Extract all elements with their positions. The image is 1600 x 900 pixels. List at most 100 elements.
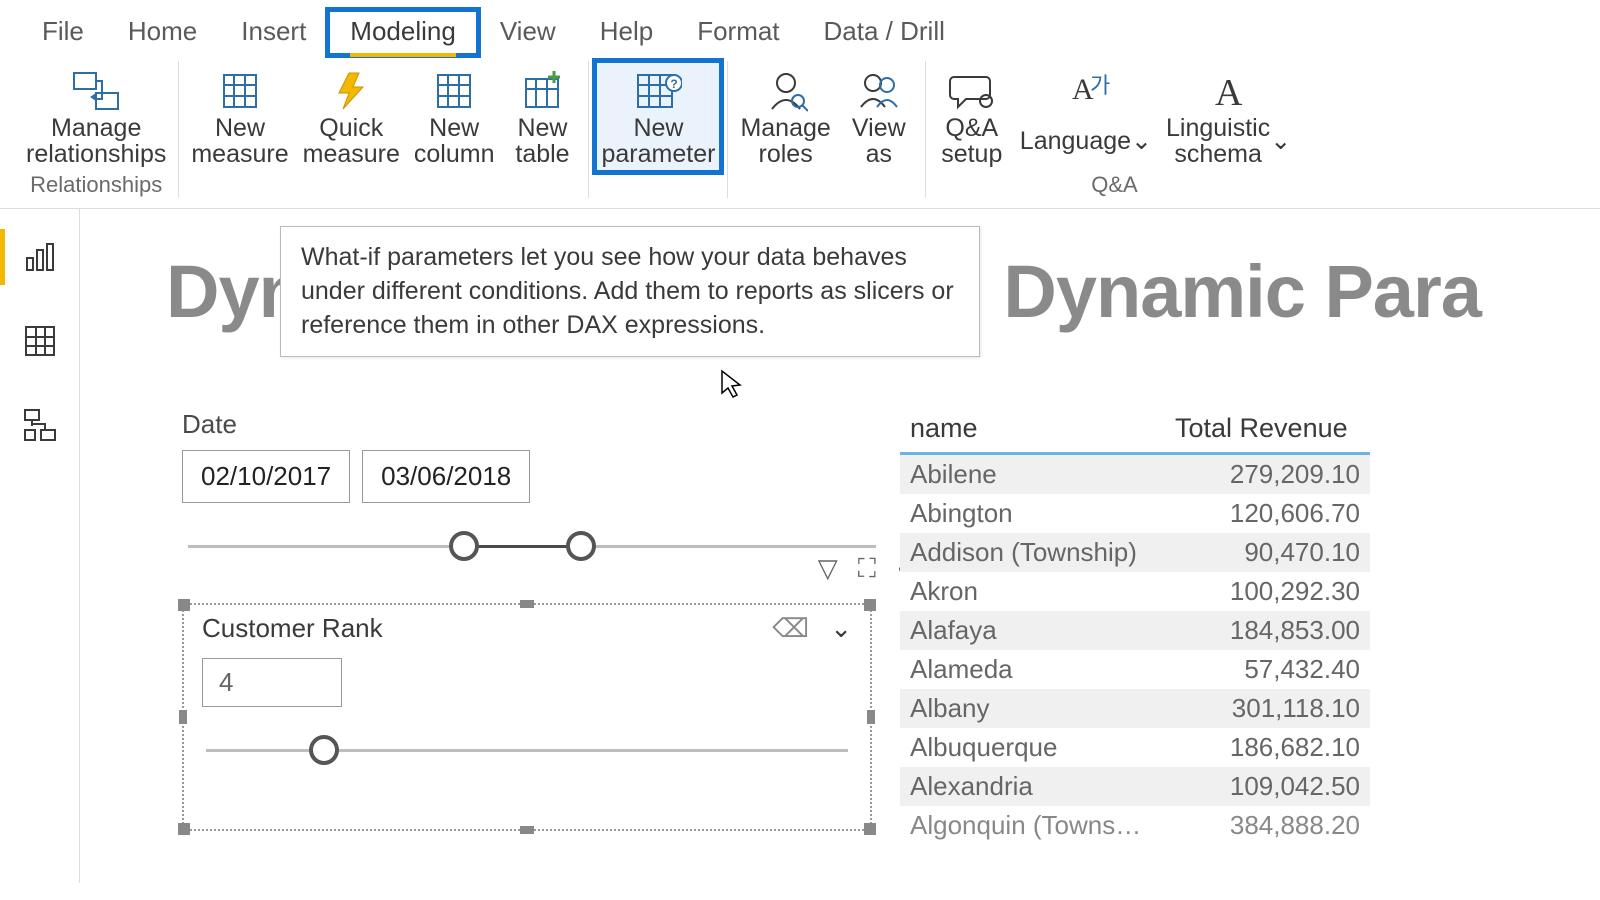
- tab-insert[interactable]: Insert: [219, 10, 328, 55]
- rank-slicer-label: Customer Rank: [202, 613, 383, 644]
- col-header-revenue[interactable]: Total Revenue: [1165, 407, 1370, 450]
- table-body: Abilene279,209.10 Abington120,606.70 Add…: [900, 455, 1370, 845]
- table-row[interactable]: Albany301,118.10: [900, 689, 1370, 728]
- focus-mode-icon[interactable]: ⛶: [858, 553, 876, 585]
- group-qa-label: Q&A: [1091, 172, 1137, 198]
- tab-data-drill[interactable]: Data / Drill: [802, 10, 967, 55]
- mouse-cursor-icon: [720, 369, 744, 399]
- table-row[interactable]: Alexandria109,042.50: [900, 767, 1370, 806]
- table-row[interactable]: Alameda57,432.40: [900, 650, 1370, 689]
- qa-setup-label: Q&Asetup: [941, 115, 1002, 168]
- manage-roles-button[interactable]: Manageroles: [734, 61, 836, 172]
- resize-handle[interactable]: [178, 599, 190, 611]
- data-view-button[interactable]: [0, 313, 79, 369]
- table-row[interactable]: Akron100,292.30: [900, 572, 1370, 611]
- resize-handle[interactable]: [520, 826, 534, 834]
- rank-range-track[interactable]: [206, 725, 848, 775]
- manage-relationships-button[interactable]: Managerelationships: [20, 61, 172, 172]
- group-security: Manageroles Viewas: [728, 61, 925, 198]
- new-column-icon: [430, 67, 478, 115]
- new-parameter-tooltip: What-if parameters let you see how your …: [280, 226, 980, 357]
- col-header-name[interactable]: name: [900, 407, 1165, 450]
- date-slicer-label: Date: [182, 409, 882, 440]
- group-qa: Q&Asetup A가 Language⌄ A Linguisticschema…: [926, 61, 1303, 198]
- resize-handle[interactable]: [864, 599, 876, 611]
- svg-text:A: A: [1215, 72, 1243, 113]
- chevron-down-icon: ⌄: [1270, 128, 1291, 154]
- manage-relationships-label: Managerelationships: [26, 115, 166, 168]
- language-icon: A가: [1062, 67, 1110, 115]
- group-calculations: Newmeasure Quickmeasure Newcolumn Newtab…: [179, 61, 589, 198]
- model-icon: [23, 408, 57, 442]
- tab-view[interactable]: View: [478, 10, 578, 55]
- date-to-input[interactable]: 03/06/2018: [362, 450, 530, 503]
- table-row[interactable]: Addison (Township)90,470.10: [900, 533, 1370, 572]
- chevron-down-icon: ⌄: [1131, 128, 1152, 154]
- new-table-label: Newtable: [515, 115, 569, 168]
- group-whatif: ? Newparameter: [589, 61, 728, 198]
- resize-handle[interactable]: [867, 710, 875, 724]
- report-view-button[interactable]: [0, 229, 79, 285]
- table-header-row: name Total Revenue: [900, 407, 1370, 450]
- tab-help[interactable]: Help: [578, 10, 675, 55]
- parameter-icon: ?: [634, 67, 682, 115]
- rank-handle[interactable]: [309, 735, 339, 765]
- relationships-icon: [72, 67, 120, 115]
- revenue-table[interactable]: name Total Revenue Abilene279,209.10 Abi…: [900, 407, 1370, 845]
- manage-roles-label: Manageroles: [740, 115, 830, 168]
- qa-setup-icon: [948, 67, 996, 115]
- new-column-button[interactable]: Newcolumn: [408, 61, 501, 172]
- group-relationships-label: Relationships: [30, 172, 162, 198]
- svg-text:가: 가: [1090, 73, 1110, 98]
- ribbon-tabs: File Home Insert Modeling View Help Form…: [0, 0, 1600, 55]
- table-icon: [23, 324, 57, 358]
- quick-measure-label: Quickmeasure: [303, 115, 400, 168]
- resize-handle[interactable]: [864, 823, 876, 835]
- table-row[interactable]: Abilene279,209.10: [900, 455, 1370, 494]
- language-label: Language⌄: [1020, 115, 1152, 167]
- view-as-label: Viewas: [852, 115, 906, 168]
- view-as-button[interactable]: Viewas: [839, 61, 919, 172]
- filter-icon[interactable]: ▽: [818, 553, 838, 585]
- linguistic-schema-button[interactable]: A Linguisticschema ⌄: [1160, 61, 1297, 172]
- ribbon-body: Managerelationships Relationships Newmea…: [0, 55, 1600, 209]
- quick-measure-button[interactable]: Quickmeasure: [297, 61, 406, 172]
- new-table-button[interactable]: Newtable: [502, 61, 582, 172]
- date-range-track[interactable]: [188, 521, 876, 571]
- svg-text:?: ?: [671, 77, 678, 91]
- new-table-icon: [518, 67, 566, 115]
- tab-format[interactable]: Format: [675, 10, 801, 55]
- resize-handle[interactable]: [520, 600, 534, 608]
- language-button[interactable]: A가 Language⌄: [1014, 61, 1158, 172]
- quick-measure-icon: [327, 67, 375, 115]
- view-rail: [0, 209, 80, 883]
- date-from-input[interactable]: 02/10/2017: [182, 450, 350, 503]
- tab-home[interactable]: Home: [106, 10, 219, 55]
- new-measure-button[interactable]: Newmeasure: [185, 61, 294, 172]
- tab-file[interactable]: File: [20, 10, 106, 55]
- rank-value-input[interactable]: 4: [202, 658, 342, 707]
- resize-handle[interactable]: [178, 823, 190, 835]
- measure-icon: [216, 67, 264, 115]
- bar-chart-icon: [25, 240, 59, 274]
- chevron-down-icon[interactable]: ⌄: [830, 613, 852, 643]
- customer-rank-slicer[interactable]: Customer Rank ⌫ ⌄ 4: [182, 603, 872, 831]
- new-parameter-label: Newparameter: [601, 115, 715, 168]
- date-slicer[interactable]: Date 02/10/2017 03/06/2018 ▽ ⛶ ⋯: [182, 409, 882, 571]
- table-row[interactable]: Alafaya184,853.00: [900, 611, 1370, 650]
- eraser-icon[interactable]: ⌫: [772, 613, 809, 643]
- group-relationships: Managerelationships Relationships: [14, 61, 179, 198]
- model-view-button[interactable]: [0, 397, 79, 453]
- new-measure-label: Newmeasure: [191, 115, 288, 168]
- date-handle-end[interactable]: [566, 531, 596, 561]
- tab-modeling[interactable]: Modeling: [328, 10, 478, 55]
- linguistic-schema-icon: A: [1205, 67, 1253, 115]
- table-row[interactable]: Algonquin (Township)384,888.20: [900, 806, 1370, 845]
- view-as-icon: [855, 67, 903, 115]
- qa-setup-button[interactable]: Q&Asetup: [932, 61, 1012, 172]
- resize-handle[interactable]: [179, 710, 187, 724]
- new-parameter-button[interactable]: ? Newparameter: [595, 61, 721, 172]
- table-row[interactable]: Abington120,606.70: [900, 494, 1370, 533]
- table-row[interactable]: Albuquerque186,682.10: [900, 728, 1370, 767]
- date-handle-start[interactable]: [449, 531, 479, 561]
